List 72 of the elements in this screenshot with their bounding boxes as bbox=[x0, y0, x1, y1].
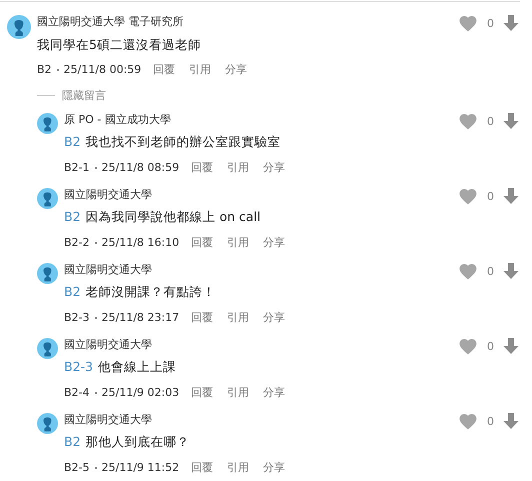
floor-link[interactable]: B2 bbox=[64, 434, 81, 449]
avatar-icon bbox=[37, 413, 58, 434]
action-link[interactable]: 回覆 bbox=[191, 460, 214, 476]
avatar-icon bbox=[37, 263, 58, 284]
downvote-icon[interactable] bbox=[502, 412, 520, 430]
timestamp: 25/11/8 08:59 bbox=[102, 160, 180, 176]
author-name: 國立陽明交通大學 bbox=[64, 262, 153, 278]
hide-replies-link[interactable]: 隱藏留言 bbox=[62, 88, 106, 102]
comment-text: 那他人到底在哪？ bbox=[86, 434, 190, 449]
floor-number: B2-2 bbox=[64, 235, 90, 251]
floor-number: B2-1 bbox=[64, 160, 90, 176]
action-link[interactable]: 分享 bbox=[263, 385, 286, 401]
action-link[interactable]: 回覆 bbox=[191, 160, 214, 176]
floor-number: B2-4 bbox=[64, 385, 90, 401]
action-link[interactable]: 回覆 bbox=[191, 310, 214, 326]
like-count: 0 bbox=[487, 114, 494, 128]
action-link[interactable]: 引用 bbox=[227, 160, 250, 176]
author-name: 國立陽明交通大學 bbox=[64, 412, 153, 428]
action-link[interactable]: 分享 bbox=[263, 460, 286, 476]
comment-text: 我也找不到老師的辦公室跟實驗室 bbox=[86, 134, 281, 149]
heart-icon[interactable] bbox=[458, 187, 478, 205]
like-count: 0 bbox=[487, 414, 494, 428]
author-name: 國立陽明交通大學 電子研究所 bbox=[37, 14, 184, 30]
downvote-icon[interactable] bbox=[502, 187, 520, 205]
downvote-icon[interactable] bbox=[502, 262, 520, 280]
action-link[interactable]: 回覆 bbox=[191, 235, 214, 251]
heart-icon[interactable] bbox=[458, 337, 478, 355]
action-link[interactable]: 引用 bbox=[227, 460, 250, 476]
timestamp: 25/11/8 00:59 bbox=[64, 62, 142, 78]
heart-icon[interactable] bbox=[458, 412, 478, 430]
heart-icon[interactable] bbox=[458, 262, 478, 280]
floor-number: B2-3 bbox=[64, 310, 90, 326]
floor-link[interactable]: B2-3 bbox=[64, 359, 93, 374]
like-count: 0 bbox=[487, 264, 494, 278]
heart-icon[interactable] bbox=[458, 14, 478, 32]
comment-text: 我同學在5碩二還沒看過老師 bbox=[37, 37, 201, 52]
like-count: 0 bbox=[487, 190, 494, 202]
downvote-icon[interactable] bbox=[502, 337, 520, 355]
author-name: 國立陽明交通大學 bbox=[64, 187, 153, 203]
timestamp: 25/11/8 16:10 bbox=[102, 235, 180, 251]
action-link[interactable]: 引用 bbox=[227, 310, 250, 326]
like-count: 0 bbox=[487, 16, 494, 30]
action-link[interactable]: 分享 bbox=[263, 160, 286, 176]
avatar-icon bbox=[37, 188, 58, 209]
comment-text: 因為我同學說他都線上 on call bbox=[86, 209, 261, 224]
author-name: 國立陽明交通大學 bbox=[64, 337, 153, 353]
action-link[interactable]: 引用 bbox=[227, 235, 250, 251]
action-link[interactable]: 回覆 bbox=[191, 385, 214, 401]
floor-link[interactable]: B2 bbox=[64, 134, 81, 149]
timestamp: 25/11/9 02:03 bbox=[102, 385, 180, 401]
action-link[interactable]: 分享 bbox=[263, 235, 286, 251]
avatar-icon bbox=[7, 15, 31, 39]
avatar-icon bbox=[37, 113, 58, 134]
action-link[interactable]: 分享 bbox=[225, 62, 248, 78]
heart-icon[interactable] bbox=[458, 112, 478, 130]
floor-number: B2 bbox=[37, 62, 52, 78]
floor-link[interactable]: B2 bbox=[64, 209, 81, 224]
action-link[interactable]: 引用 bbox=[227, 385, 250, 401]
action-link[interactable]: 回覆 bbox=[153, 62, 176, 78]
floor-number: B2-5 bbox=[64, 460, 90, 476]
action-link[interactable]: 引用 bbox=[189, 62, 212, 78]
action-link[interactable]: 分享 bbox=[263, 310, 286, 326]
comment-text: 他會線上上課 bbox=[98, 359, 176, 374]
comment-text: 老師沒開課？有點誇！ bbox=[86, 284, 216, 299]
floor-link[interactable]: B2 bbox=[64, 284, 81, 299]
timestamp: 25/11/8 23:17 bbox=[102, 310, 180, 326]
timestamp: 25/11/9 11:52 bbox=[102, 460, 180, 476]
like-count: 0 bbox=[487, 340, 494, 352]
downvote-icon[interactable] bbox=[502, 14, 520, 32]
downvote-icon[interactable] bbox=[502, 112, 520, 130]
avatar-icon bbox=[37, 338, 58, 359]
author-name: 原 PO - 國立成功大學 bbox=[64, 112, 172, 128]
